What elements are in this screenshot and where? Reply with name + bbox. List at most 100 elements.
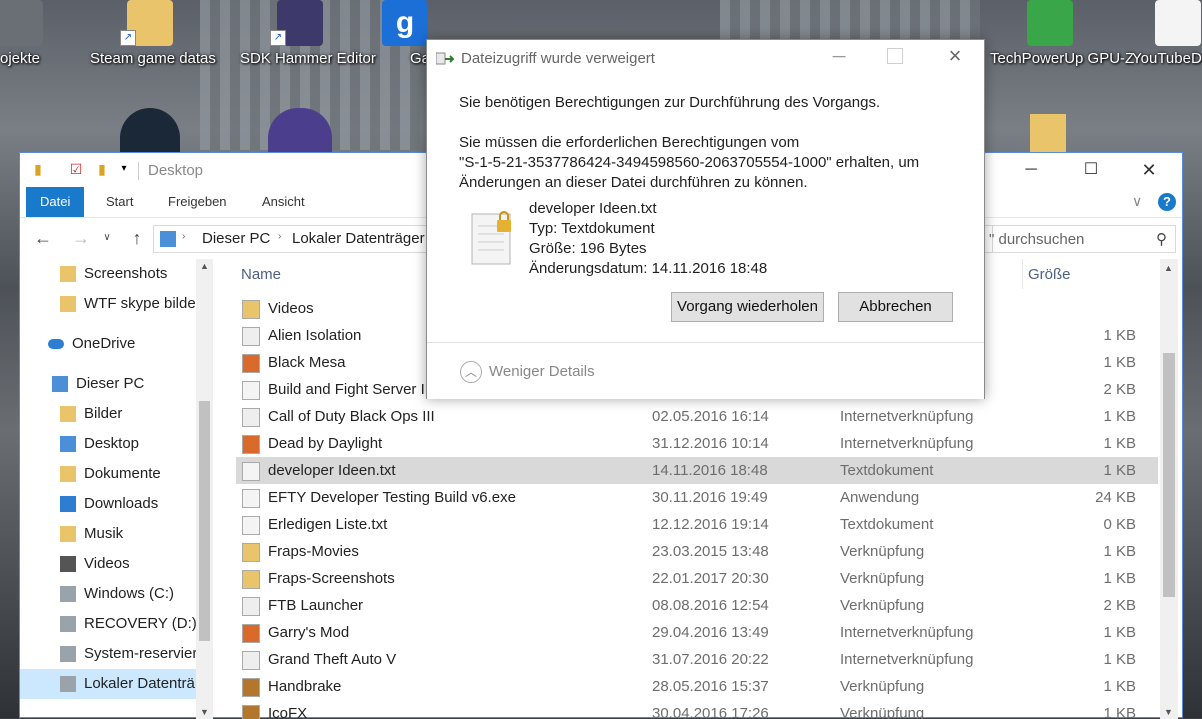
game-icon xyxy=(242,354,260,373)
maximize-button[interactable]: ☐ xyxy=(1068,153,1114,187)
nav-item-label: Bilder xyxy=(84,405,123,422)
nav-item-label: Lokaler Datenträ xyxy=(84,675,195,692)
file-name: IcoFX xyxy=(268,705,308,719)
file-row[interactable]: Fraps-Movies 23.03.2015 13:48 Verknüpfung 1… xyxy=(236,538,1158,565)
properties-icon[interactable]: ☑ xyxy=(68,161,84,177)
nav-item-label: OneDrive xyxy=(72,335,136,352)
nav-item[interactable]: Screenshots xyxy=(20,259,210,289)
file-name: Garry's Mod xyxy=(268,624,350,641)
new-folder-icon[interactable]: ▮ xyxy=(94,161,110,177)
fewer-details-toggle[interactable]: Weniger Details xyxy=(489,363,595,380)
scrollbar-thumb[interactable] xyxy=(1163,353,1175,597)
file-row[interactable]: FTB Launcher 08.08.2016 12:54 Verknüpfung 2… xyxy=(236,592,1158,619)
cloud-icon xyxy=(48,339,64,349)
maximize-button[interactable] xyxy=(887,48,903,64)
minimize-button[interactable]: ─ xyxy=(1008,153,1054,187)
file-row[interactable]: Dead by Daylight 31.12.2016 10:14 Internet… xyxy=(236,430,1158,457)
search-input[interactable]: " durchsuchen ⚲ xyxy=(984,225,1176,253)
dialog-message-line: Sie müssen die erforderlichen Berechtigu… xyxy=(459,134,800,151)
desktop-icon-steam-game-datas[interactable]: ↗ Steam game datas xyxy=(90,0,216,110)
breadcrumb-item[interactable]: Lokaler Datenträger xyxy=(292,230,425,247)
file-size: 1 KB xyxy=(1103,462,1136,479)
file-type: Anwendung xyxy=(840,489,920,506)
help-icon[interactable]: ? xyxy=(1158,193,1176,211)
file-row[interactable]: Fraps-Screenshots 22.01.2017 20:30 Verknüp… xyxy=(236,565,1158,592)
tab-ansicht[interactable]: Ansicht xyxy=(248,187,319,217)
shortcut-icon xyxy=(242,597,260,616)
file-row[interactable]: IcoFX 30.04.2016 17:26 Verknüpfung 1 KB xyxy=(236,700,1158,719)
file-name: developer Ideen.txt xyxy=(529,200,657,217)
desktop-icon-gpu-z[interactable]: TechPowerUp GPU-Z xyxy=(990,0,1134,110)
tab-start[interactable]: Start xyxy=(92,187,147,217)
close-button[interactable]: ✕ xyxy=(1126,153,1172,187)
file-row[interactable]: EFTY Developer Testing Build v6.exe 30.11… xyxy=(236,484,1158,511)
file-row[interactable]: Handbrake 28.05.2016 15:37 Verknüpfung 1 KB xyxy=(236,673,1158,700)
nav-item[interactable]: Downloads xyxy=(20,489,210,519)
desktop-icon-youtube[interactable]: YouTubeD xyxy=(1128,0,1202,110)
desktop-icon-sdk-hammer-editor[interactable]: ↗ SDK Hammer Editor xyxy=(240,0,376,110)
retry-button[interactable]: Vorgang wiederholen xyxy=(671,292,824,322)
nav-item[interactable]: Bilder xyxy=(20,399,210,429)
nav-item[interactable]: Lokaler Datenträ xyxy=(20,669,210,699)
file-date: 12.12.2016 19:14 xyxy=(652,516,769,533)
app-icon xyxy=(242,678,260,697)
file-type: Verknüpfung xyxy=(840,678,925,695)
file-date: 02.05.2016 16:14 xyxy=(652,408,769,425)
scroll-up-icon[interactable]: ▲ xyxy=(1164,263,1173,273)
quick-access-dropdown-icon[interactable]: ▾ xyxy=(116,161,132,177)
tab-freigeben[interactable]: Freigeben xyxy=(154,187,241,217)
file-modified-date: Änderungsdatum: 14.11.2016 18:48 xyxy=(529,260,768,277)
chevron-up-icon[interactable]: ︿ xyxy=(460,361,482,383)
expand-ribbon-icon[interactable]: ∨ xyxy=(1132,193,1142,210)
music-icon xyxy=(60,526,76,542)
nav-item[interactable]: RECOVERY (D:) xyxy=(20,609,210,639)
file-name: Fraps-Movies xyxy=(268,543,359,560)
desktop-icon-projekte[interactable]: ojekte xyxy=(0,0,80,110)
file-row[interactable]: developer Ideen.txt 14.11.2016 18:48 Textd… xyxy=(236,457,1158,484)
file-size: Größe: 196 Bytes xyxy=(529,240,647,257)
nav-item[interactable]: Musik xyxy=(20,519,210,549)
navigation-pane: Screenshots WTF skype bilde OneDrive Dieser… xyxy=(20,259,214,719)
file-row[interactable]: Erledigen Liste.txt 12.12.2016 19:14 Textd… xyxy=(236,511,1158,538)
file-row[interactable]: Garry's Mod 29.04.2016 13:49 Internetverkn… xyxy=(236,619,1158,646)
up-button[interactable]: ↑ xyxy=(126,227,148,249)
forward-button[interactable]: → xyxy=(70,227,92,249)
dialog-footer: ︿ Weniger Details xyxy=(427,342,984,399)
recent-locations-icon[interactable]: ∨ xyxy=(96,227,118,249)
nav-item[interactable]: WTF skype bilde xyxy=(20,289,210,319)
nav-item[interactable]: Videos xyxy=(20,549,210,579)
scrollbar-thumb[interactable] xyxy=(199,401,210,641)
scroll-down-icon[interactable]: ▼ xyxy=(1164,707,1173,717)
file-type: Textdokument xyxy=(840,462,934,479)
file-list-scrollbar[interactable]: ▲ ▼ xyxy=(1160,259,1178,719)
back-button[interactable]: ← xyxy=(32,227,54,249)
nav-item[interactable]: Dieser PC xyxy=(20,369,210,399)
navigation-scrollbar[interactable]: ▲ ▼ xyxy=(196,259,213,719)
access-denied-dialog: Dateizugriff wurde verweigert ─ × Sie be… xyxy=(426,39,985,399)
folder-shortcut-icon xyxy=(242,543,260,562)
nav-item[interactable]: System-reservier xyxy=(20,639,210,669)
game-icon xyxy=(242,435,260,454)
desktop-icon-garrys-mod[interactable]: g Ga xyxy=(380,0,430,110)
dialog-message-line: "S-1-5-21-3537786424-3494598560-20637055… xyxy=(459,154,920,171)
file-type: Internetverknüpfung xyxy=(840,408,974,425)
close-button[interactable]: × xyxy=(943,44,967,68)
cancel-button[interactable]: Abbrechen xyxy=(838,292,953,322)
file-type: Verknüpfung xyxy=(840,543,925,560)
scroll-up-icon[interactable]: ▲ xyxy=(200,261,209,271)
breadcrumb-item[interactable]: Dieser PC xyxy=(202,230,270,247)
nav-item[interactable]: Dokumente xyxy=(20,459,210,489)
file-row[interactable]: Grand Theft Auto V 31.07.2016 20:22 Intern… xyxy=(236,646,1158,673)
shortcut-arrow-icon: ↗ xyxy=(270,30,286,46)
drive-icon xyxy=(60,676,76,692)
minimize-button[interactable]: ─ xyxy=(829,46,849,66)
column-header-size[interactable]: Größe xyxy=(1028,266,1071,283)
column-header-name[interactable]: Name xyxy=(241,266,281,283)
file-row[interactable]: Call of Duty Black Ops III 02.05.2016 16:… xyxy=(236,403,1158,430)
nav-item[interactable]: OneDrive xyxy=(20,329,210,359)
scroll-down-icon[interactable]: ▼ xyxy=(200,707,209,717)
tab-datei[interactable]: Datei xyxy=(26,187,85,217)
folder-icon xyxy=(1030,114,1066,152)
nav-item[interactable]: Windows (C:) xyxy=(20,579,210,609)
nav-item[interactable]: Desktop xyxy=(20,429,210,459)
